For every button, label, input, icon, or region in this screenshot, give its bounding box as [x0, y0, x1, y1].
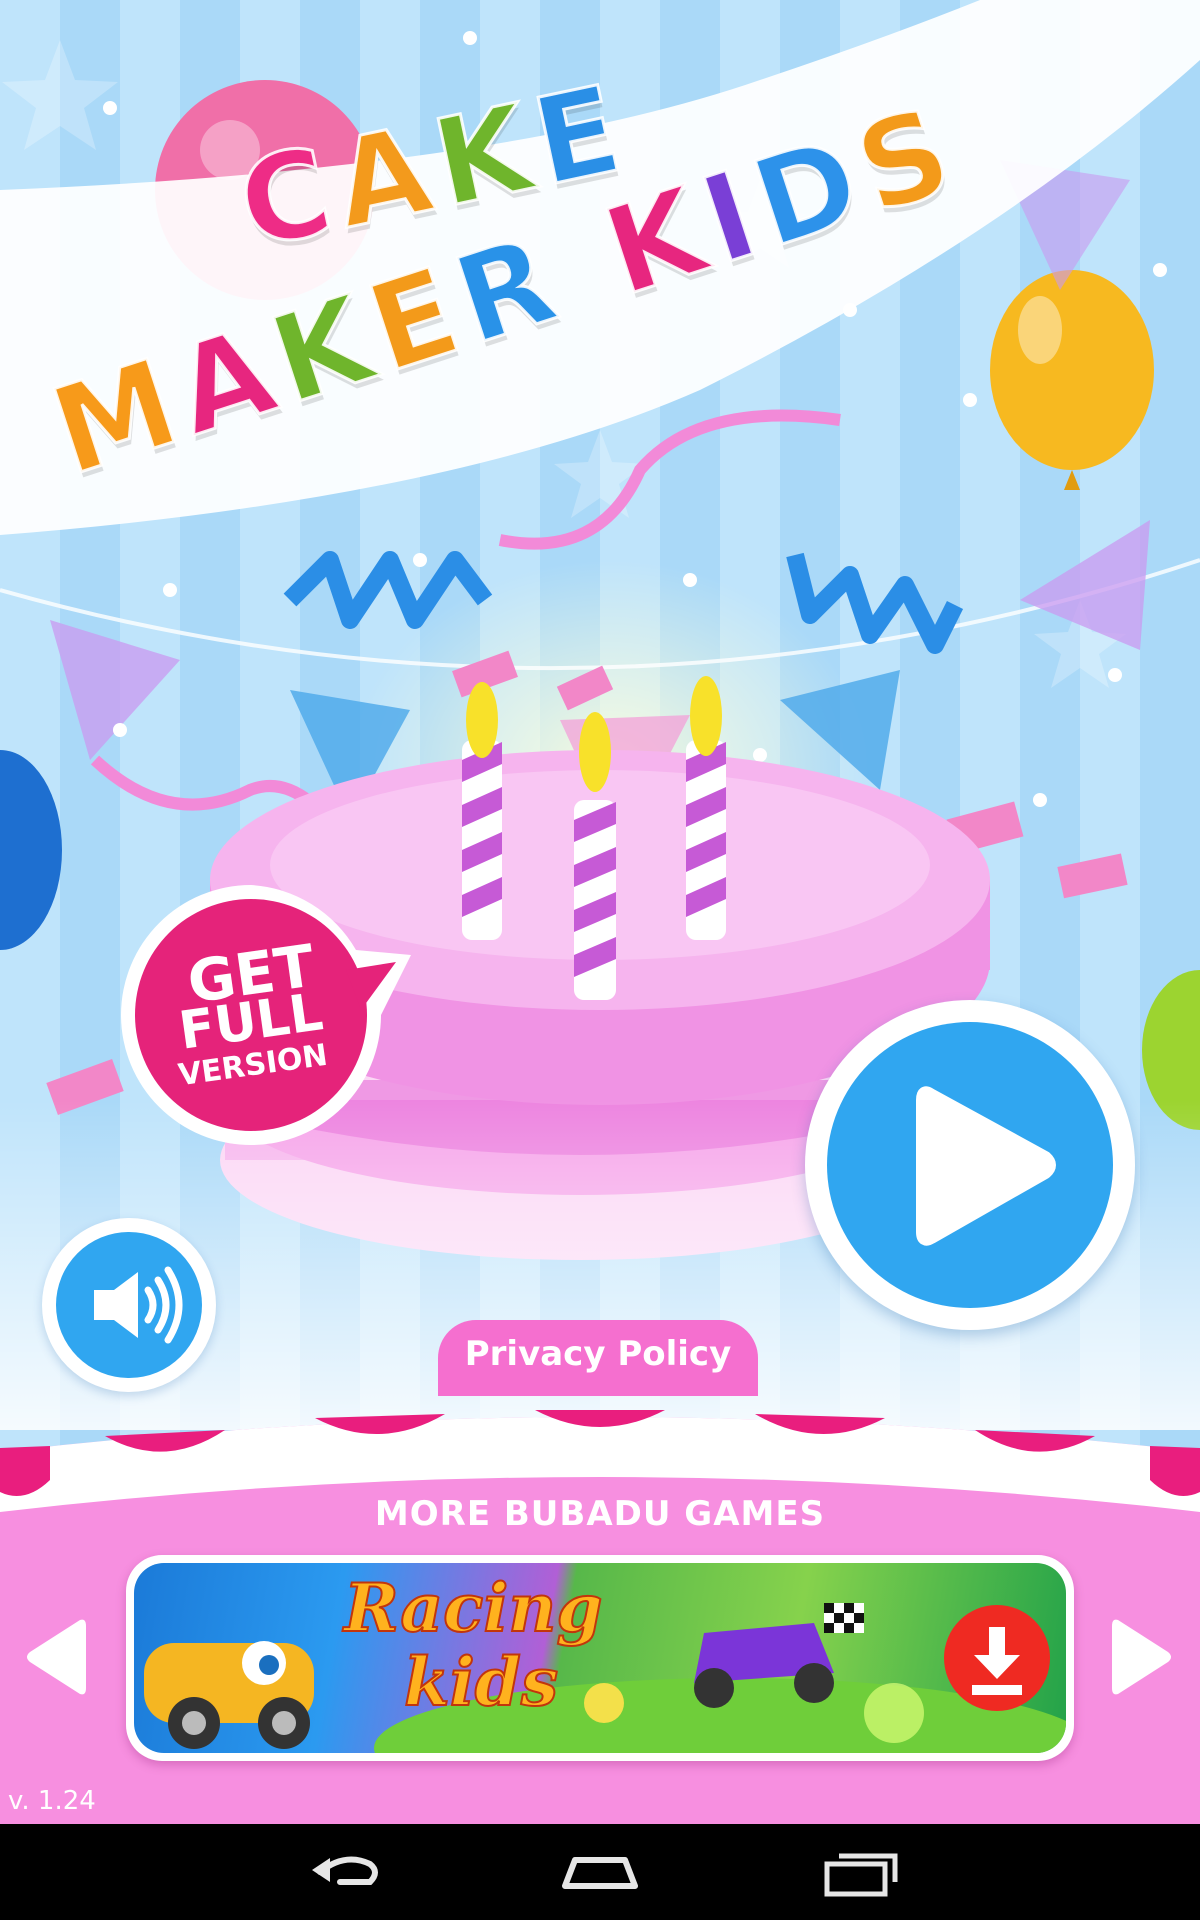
- get-full-version-button[interactable]: GET FULL VERSION: [106, 880, 416, 1150]
- more-games-panel: MORE BUBADU GAMES Racing kids: [0, 1392, 1200, 1824]
- more-games-title: MORE BUBADU GAMES: [374, 1494, 826, 1534]
- game-promo-card[interactable]: Racing kids: [126, 1555, 1074, 1761]
- privacy-policy-link[interactable]: Privacy Policy: [438, 1320, 758, 1396]
- game-name-racing: Racing: [343, 1568, 604, 1648]
- app-screen: C A K E M A K E R K I D S GET FULL VERSI…: [0, 0, 1200, 1824]
- home-icon: [562, 1857, 638, 1889]
- previous-game-arrow[interactable]: [20, 1612, 90, 1702]
- arrow-right-icon: [1112, 1619, 1171, 1695]
- download-icon: [944, 1605, 1050, 1711]
- app-version: v. 1.24: [8, 1786, 96, 1816]
- speaker-icon: [94, 1266, 183, 1344]
- sound-toggle-button[interactable]: [42, 1218, 216, 1392]
- title-letter: K: [421, 78, 544, 236]
- game-promo-art: Racing kids: [134, 1563, 1066, 1753]
- privacy-policy-label: Privacy Policy: [464, 1334, 732, 1374]
- title-banner: C A K E M A K E R K I D S: [0, 0, 1200, 560]
- title-letter: A: [321, 99, 444, 257]
- recents-icon: [824, 1853, 898, 1897]
- arrow-left-icon: [27, 1619, 86, 1695]
- balloon-blue: [0, 750, 62, 950]
- play-button[interactable]: [805, 1000, 1135, 1330]
- back-icon: [312, 1856, 378, 1885]
- system-navigation-bar: [0, 1824, 1200, 1920]
- game-name-kids: kids: [403, 1642, 559, 1722]
- back-button[interactable]: [300, 1842, 390, 1902]
- play-icon: [916, 1086, 1056, 1246]
- next-game-arrow[interactable]: [1108, 1612, 1178, 1702]
- recents-button[interactable]: [815, 1842, 905, 1902]
- home-button[interactable]: [555, 1842, 645, 1902]
